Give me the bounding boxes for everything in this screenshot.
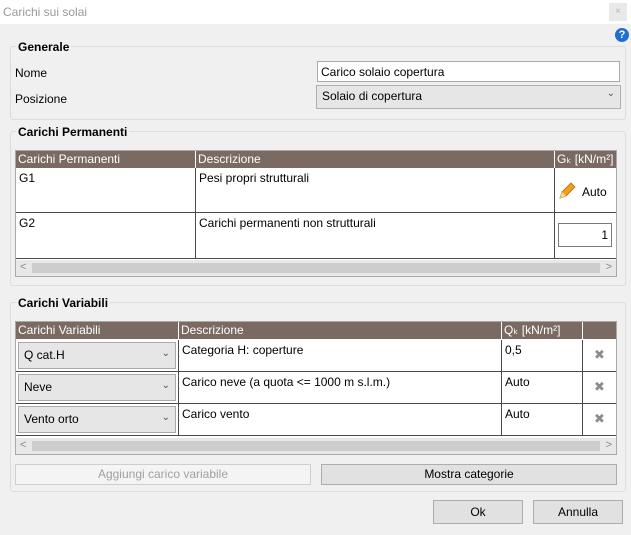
table-row-description[interactable]: Carichi permanenti non strutturali <box>196 213 555 259</box>
variabili-table: Carichi Variabili Descrizione Qₖ [kN/m²]… <box>15 321 617 455</box>
permanenti-hscroll[interactable]: < > <box>16 260 616 276</box>
table-row-description[interactable]: Carico neve (a quota <= 1000 m s.l.m.) <box>179 372 502 404</box>
chevron-down-icon: ⌄ <box>606 88 615 99</box>
table-row-delete[interactable]: ✖ <box>583 340 616 372</box>
scroll-left-icon[interactable]: < <box>20 439 26 451</box>
delete-icon[interactable]: ✖ <box>594 411 605 427</box>
scroll-thumb[interactable] <box>32 263 600 273</box>
add-variable-load-button[interactable]: Aggiungi carico variabile <box>15 464 311 485</box>
scroll-left-icon[interactable]: < <box>20 261 26 273</box>
table-row-delete[interactable]: ✖ <box>583 404 616 436</box>
variable-load-value: Neve <box>24 380 53 394</box>
posizione-label: Posizione <box>15 92 68 106</box>
delete-icon[interactable]: ✖ <box>594 347 605 363</box>
delete-icon[interactable]: ✖ <box>594 379 605 395</box>
permanenti-table: Carichi Permanenti Descrizione Gₖ [kN/m²… <box>15 150 617 277</box>
column-header[interactable]: Carichi Permanenti <box>16 151 196 168</box>
table-row-description[interactable]: Pesi propri strutturali <box>196 168 555 213</box>
table-row-description[interactable]: Carico vento <box>179 404 502 436</box>
title-bar: Carichi sui solai × <box>0 0 631 24</box>
variable-load-value: Q cat.H <box>24 348 65 362</box>
table-row-value[interactable]: Auto <box>502 372 583 404</box>
variable-load-select[interactable]: Vento orto ⌄ <box>18 406 176 433</box>
posizione-value: Solaio di copertura <box>322 89 423 103</box>
table-row-name[interactable]: Neve ⌄ <box>16 372 179 404</box>
chevron-down-icon: ⌄ <box>161 412 170 423</box>
column-header[interactable]: Carichi Variabili <box>16 322 179 339</box>
nome-field[interactable] <box>317 61 620 82</box>
window-title: Carichi sui solai <box>3 5 88 19</box>
generale-title: Generale <box>16 40 72 54</box>
column-header[interactable]: Gₖ [kN/m²] <box>555 151 616 168</box>
column-header[interactable]: Descrizione <box>196 151 555 168</box>
variabili-hscroll[interactable]: < > <box>16 438 616 454</box>
table-row-name[interactable]: Q cat.H ⌄ <box>16 340 179 372</box>
chevron-down-icon: ⌄ <box>161 348 170 359</box>
variable-load-select[interactable]: Neve ⌄ <box>18 374 176 401</box>
table-row-value[interactable]: Auto <box>555 168 616 213</box>
column-header[interactable]: Qₖ [kN/m²] <box>502 322 583 339</box>
pencil-icon[interactable] <box>558 182 576 200</box>
close-icon[interactable]: × <box>609 3 627 21</box>
auto-value: Auto <box>582 185 607 199</box>
variable-load-select[interactable]: Q cat.H ⌄ <box>18 342 176 369</box>
cancel-button[interactable]: Annulla <box>533 500 623 524</box>
permanenti-title: Carichi Permanenti <box>16 125 130 139</box>
show-categories-button[interactable]: Mostra categorie <box>321 464 617 485</box>
chevron-down-icon: ⌄ <box>161 380 170 391</box>
scroll-right-icon[interactable]: > <box>606 261 612 273</box>
table-row-value[interactable]: 0,5 <box>502 340 583 372</box>
scroll-thumb[interactable] <box>32 441 600 451</box>
g2-value-input[interactable]: 1 <box>558 223 612 247</box>
table-row-description[interactable]: Categoria H: coperture <box>179 340 502 372</box>
table-row-name[interactable]: G2 <box>16 213 196 259</box>
variabili-title: Carichi Variabili <box>16 296 111 310</box>
scroll-right-icon[interactable]: > <box>606 439 612 451</box>
table-row-name[interactable]: G1 <box>16 168 196 213</box>
column-header <box>583 322 616 339</box>
table-row-name[interactable]: Vento orto ⌄ <box>16 404 179 436</box>
table-row-value[interactable]: 1 <box>555 213 616 259</box>
posizione-select[interactable]: Solaio di copertura ⌄ <box>316 85 621 109</box>
table-row-delete[interactable]: ✖ <box>583 372 616 404</box>
variable-load-value: Vento orto <box>24 412 79 426</box>
column-header[interactable]: Descrizione <box>179 322 502 339</box>
table-row-value[interactable]: Auto <box>502 404 583 436</box>
help-icon[interactable]: ? <box>615 28 629 42</box>
ok-button[interactable]: Ok <box>433 500 523 524</box>
nome-label: Nome <box>15 66 48 80</box>
